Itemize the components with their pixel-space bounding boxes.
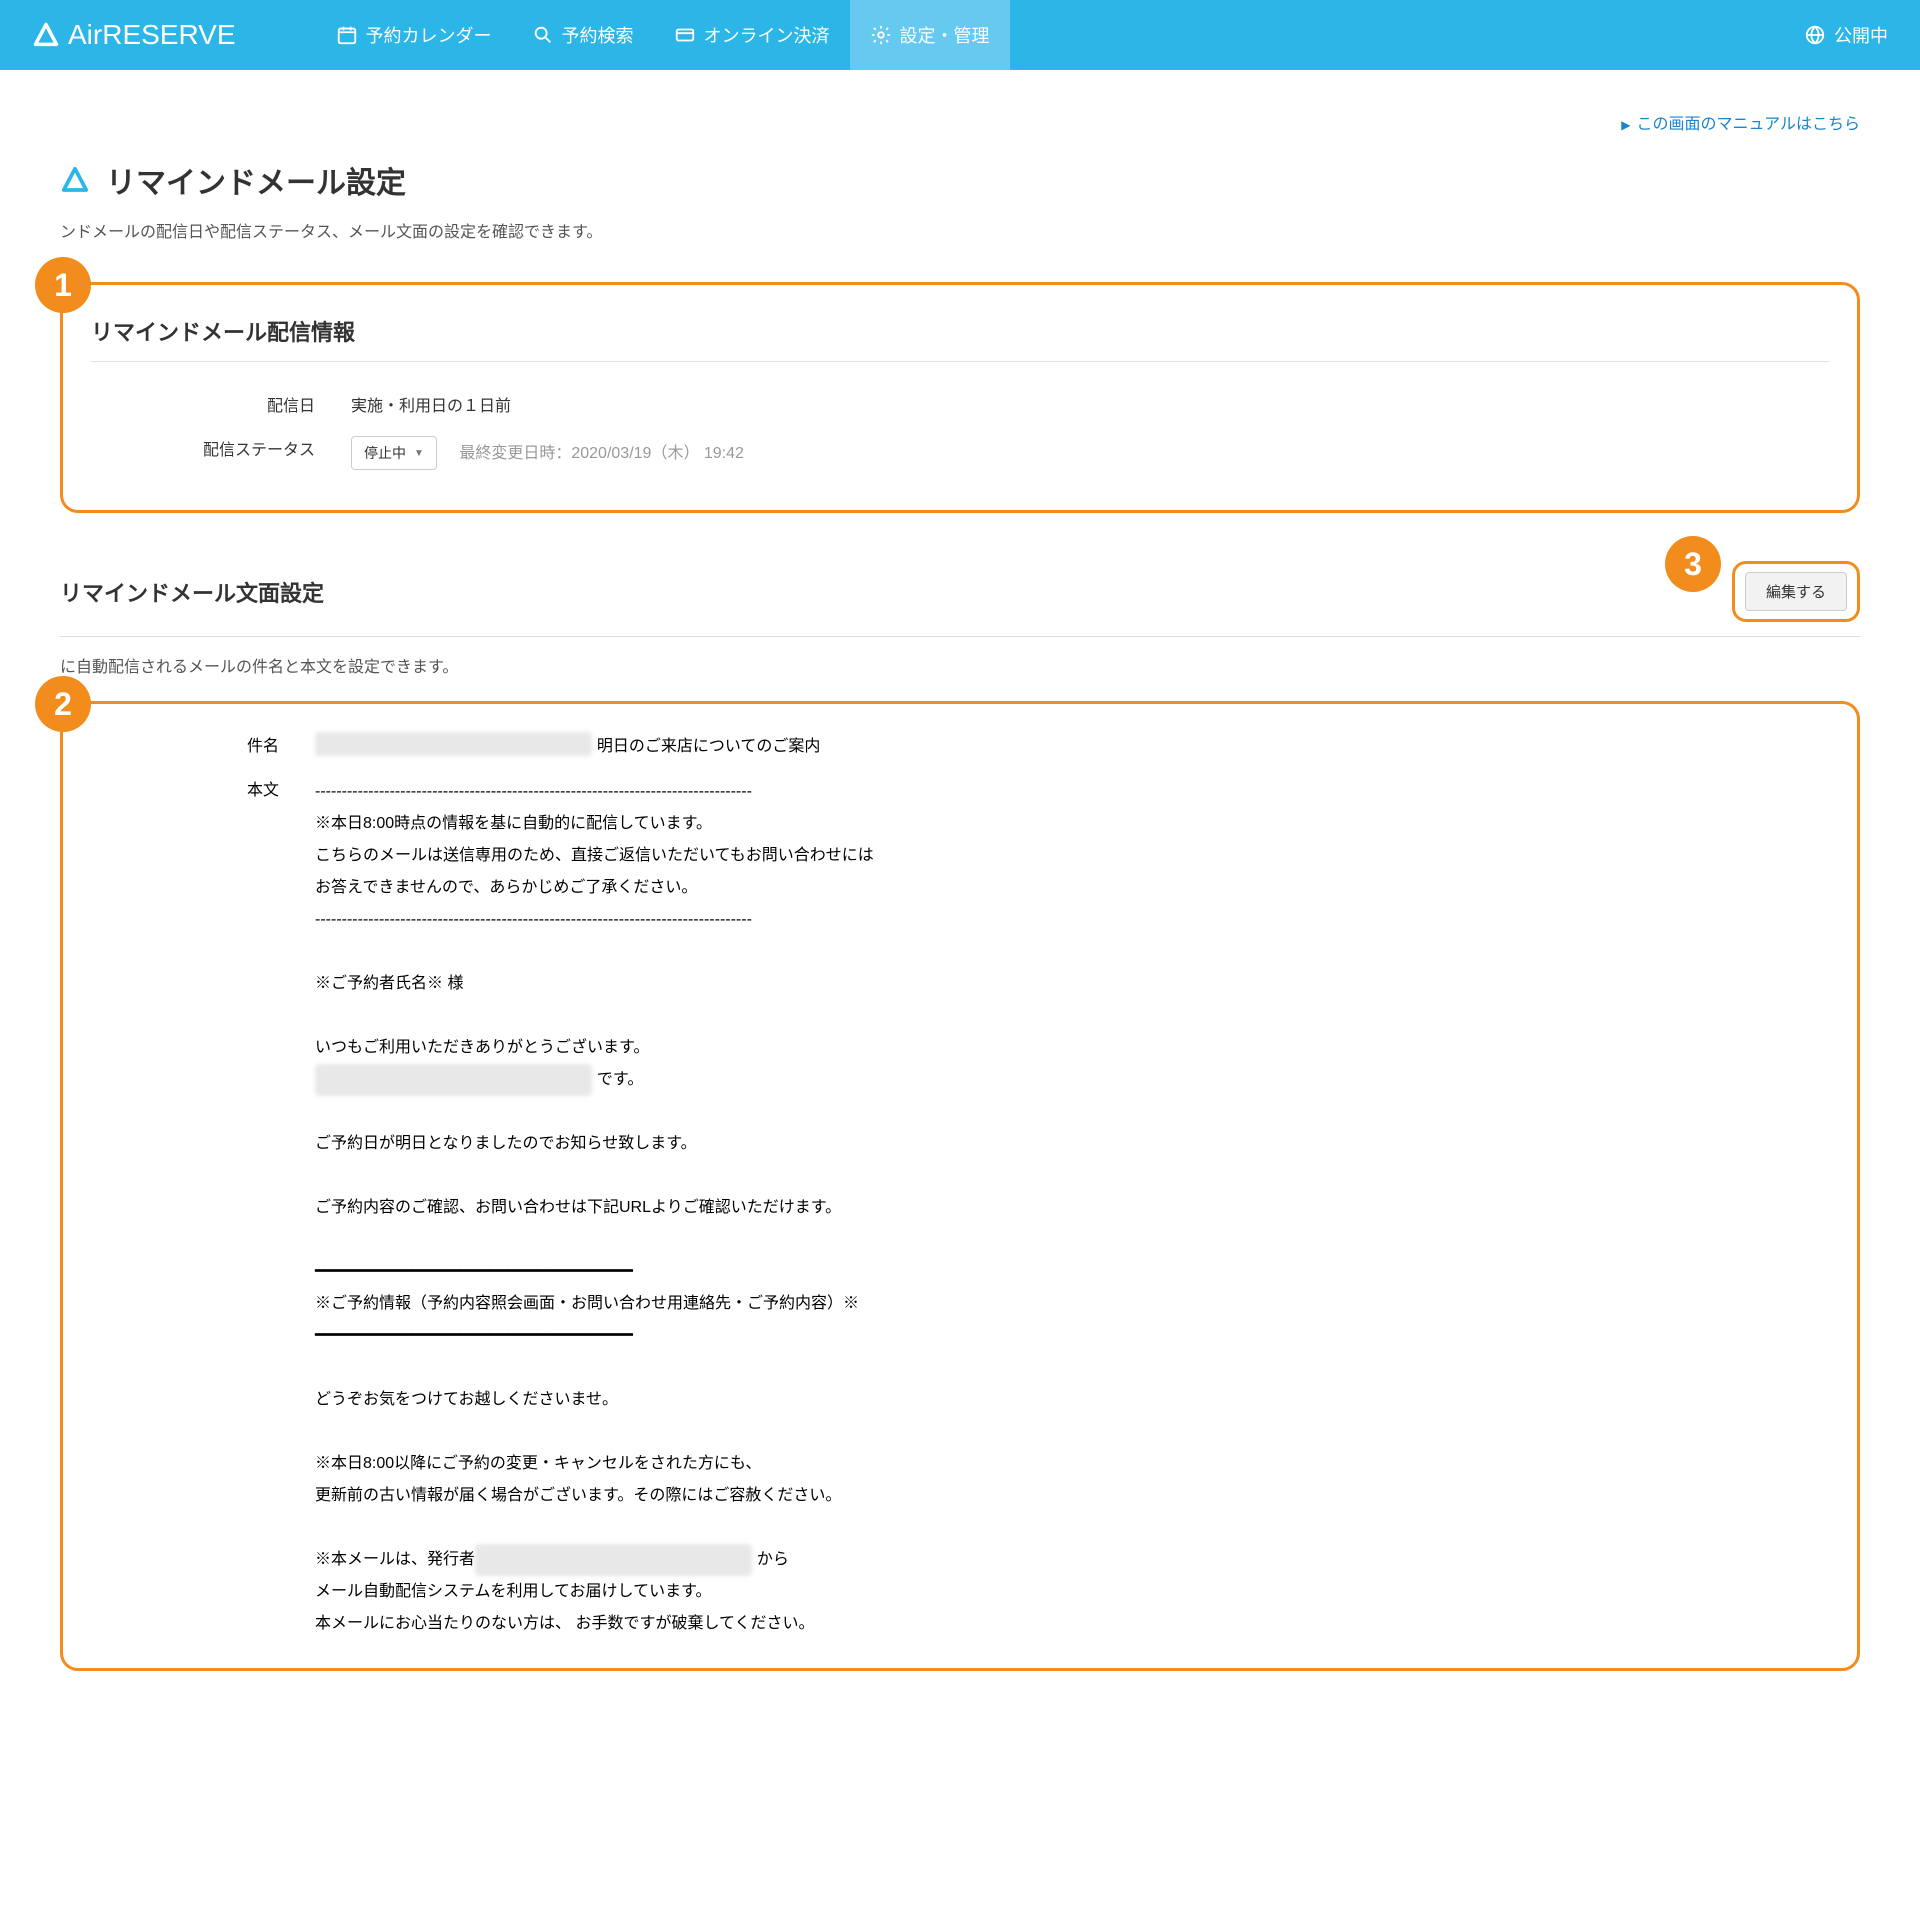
callout-1: 1 — [35, 257, 91, 313]
mail-body-section: リマインドメール文面設定 3 編集する に自動配信されるメールの件名と本文を設定… — [60, 561, 1860, 1671]
nav-settings[interactable]: 設定・管理 — [850, 0, 1010, 70]
nav-label: 予約検索 — [562, 22, 634, 48]
page-description: ンドメールの配信日や配信ステータス、メール文面の設定を確認できます。 — [60, 218, 1860, 242]
section1-title: リマインドメール配信情報 — [91, 315, 1829, 362]
body-row: 本文 -------------------------------------… — [91, 776, 1829, 1640]
nav-label: 設定・管理 — [900, 22, 990, 48]
manual-link[interactable]: この画面のマニュアルはこちら — [1621, 116, 1860, 133]
page-content: この画面のマニュアルはこちら リマインドメール設定 ンドメールの配信日や配信ステ… — [0, 70, 1920, 1759]
nav-calendar[interactable]: 予約カレンダー — [316, 0, 512, 70]
publish-status[interactable]: 公開中 — [1804, 22, 1888, 48]
app-logo[interactable]: AirRESERVE — [32, 19, 236, 51]
delivery-status-select[interactable]: 停止中 — [351, 436, 437, 470]
last-modified: 最終変更日時：2020/03/19（木） 19:42 — [459, 445, 744, 462]
delivery-status-row: 配信ステータス 停止中 最終変更日時：2020/03/19（木） 19:42 — [91, 426, 1829, 480]
triangle-icon — [60, 165, 90, 195]
globe-icon — [1804, 24, 1826, 46]
air-logo-icon — [32, 21, 60, 49]
nav-payment[interactable]: オンライン決済 — [654, 0, 850, 70]
mail-body-highlight-box: 2 件名 XXXXXXXXXXXXXXX（XXXXXXXX） 明日のご来店につい… — [60, 701, 1860, 1671]
nav-search[interactable]: 予約検索 — [512, 0, 654, 70]
section2-desc: に自動配信されるメールの件名と本文を設定できます。 — [60, 653, 1860, 677]
app-header: AirRESERVE 予約カレンダー 予約検索 オンライン決済 設定・管理 — [0, 0, 1920, 70]
redacted-text: XXXXXXXXXXXXXXX（XXXXXXXX） — [315, 1064, 592, 1096]
page-title-row: リマインドメール設定 — [60, 158, 1860, 202]
subject-row: 件名 XXXXXXXXXXXXXXX（XXXXXXXX） 明日のご来店についての… — [91, 732, 1829, 776]
edit-button[interactable]: 編集する — [1745, 572, 1847, 611]
card-icon — [674, 24, 696, 46]
delivery-day-label: 配信日 — [91, 392, 351, 416]
nav-label: オンライン決済 — [704, 22, 830, 48]
section2-title: リマインドメール文面設定 — [60, 576, 1732, 608]
delivery-info-section: 1 リマインドメール配信情報 配信日 実施・利用日の１日前 配信ステータス 停止… — [60, 282, 1860, 513]
redacted-text: XXXXXXXXXXXXXXX（XXXXXXXX） — [475, 1544, 752, 1576]
callout-2: 2 — [35, 676, 91, 732]
callout-3: 3 — [1665, 536, 1721, 592]
nav-label: 予約カレンダー — [366, 22, 492, 48]
body-label: 本文 — [91, 776, 315, 1640]
delivery-status-label: 配信ステータス — [91, 436, 351, 470]
edit-button-highlight: 3 編集する — [1732, 561, 1860, 622]
main-nav: 予約カレンダー 予約検索 オンライン決済 設定・管理 — [316, 0, 1010, 70]
app-name: AirRESERVE — [68, 19, 236, 51]
delivery-day-value: 実施・利用日の１日前 — [351, 392, 1829, 416]
page-title: リマインドメール設定 — [106, 158, 406, 202]
calendar-icon — [336, 24, 358, 46]
subject-redacted: XXXXXXXXXXXXXXX（XXXXXXXX） — [315, 732, 592, 756]
subject-label: 件名 — [91, 732, 315, 756]
subject-suffix: 明日のご来店についてのご案内 — [592, 738, 820, 755]
gear-icon — [870, 24, 892, 46]
subject-value: XXXXXXXXXXXXXXX（XXXXXXXX） 明日のご来店についてのご案内 — [315, 732, 1829, 756]
body-text: ----------------------------------------… — [315, 776, 1829, 1640]
publish-status-label: 公開中 — [1834, 22, 1888, 48]
delivery-day-row: 配信日 実施・利用日の１日前 — [91, 382, 1829, 426]
search-icon — [532, 24, 554, 46]
